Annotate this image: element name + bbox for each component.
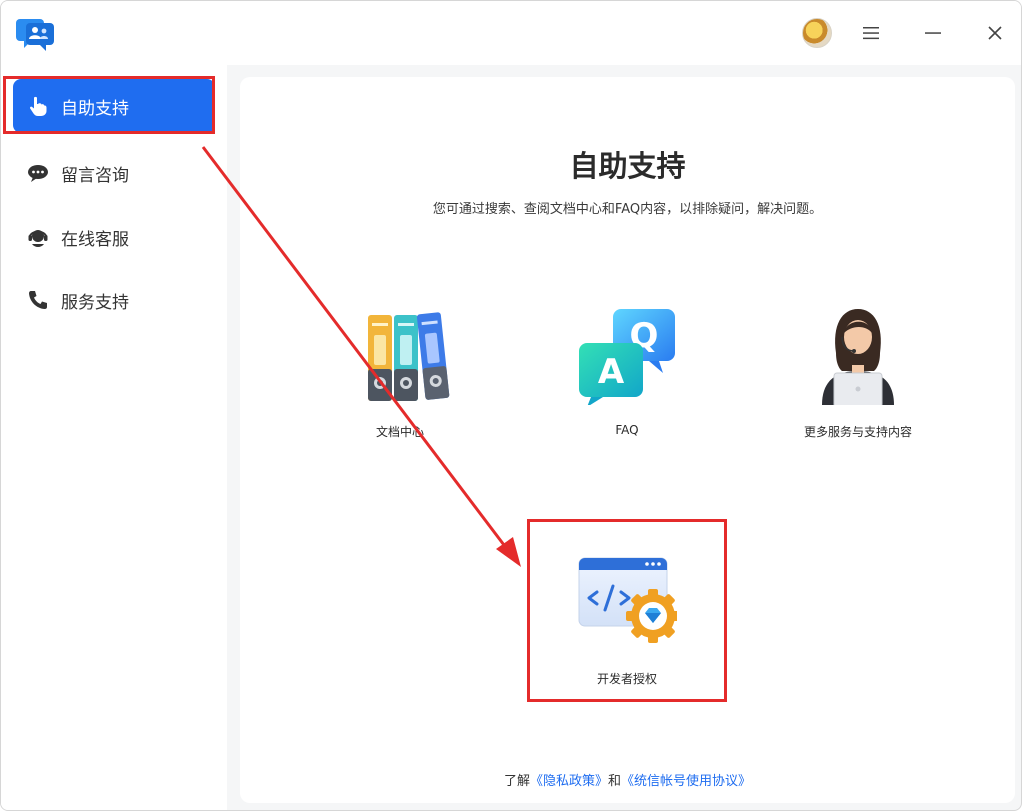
card-document-center[interactable]: 文档中心 <box>320 305 480 475</box>
sidebar-item-service-support[interactable]: 服务支持 <box>13 273 215 327</box>
page-title: 自助支持 <box>569 149 686 183</box>
svg-text:A: A <box>598 352 625 392</box>
sidebar: 自助支持 留言咨询 在线客服 服务支持 <box>1 65 227 810</box>
card-label: 开发者授权 <box>596 672 657 686</box>
support-agent-icon <box>822 309 894 405</box>
card-label: FAQ <box>615 423 639 437</box>
user-avatar[interactable] <box>802 18 832 48</box>
footer-conjunction: 和 <box>608 774 622 789</box>
sidebar-item-self-support[interactable]: 自助支持 <box>13 79 215 133</box>
page-subtitle: 您可通过搜索、查阅文档中心和FAQ内容，以排除疑问，解决问题。 <box>432 202 823 217</box>
card-faq[interactable]: Q A FAQ <box>547 305 707 475</box>
main-panel: 自助支持 您可通过搜索、查阅文档中心和FAQ内容，以排除疑问，解决问题。 文档中… <box>240 77 1015 803</box>
sidebar-item-label: 服务支持 <box>61 292 129 313</box>
pointer-hand-icon <box>27 95 49 117</box>
headset-icon <box>27 226 49 248</box>
title-bar <box>1 1 1021 65</box>
privacy-policy-link[interactable]: 《隐私政策》 <box>530 774 608 789</box>
app-window: 自助支持 留言咨询 在线客服 服务支持 自助支持 您可通过搜索、查阅文档中心和F… <box>0 0 1022 811</box>
close-icon <box>988 26 1002 40</box>
menu-button[interactable] <box>853 15 889 51</box>
footer-prefix: 了解 <box>503 774 530 789</box>
sidebar-item-label: 自助支持 <box>61 98 129 119</box>
card-developer-authorization[interactable]: 开发者授权 <box>547 552 707 722</box>
faq-qa-icon: Q A <box>579 309 675 405</box>
phone-icon <box>27 289 49 311</box>
sidebar-item-online-service[interactable]: 在线客服 <box>13 210 215 264</box>
account-agreement-link[interactable]: 《统信帐号使用协议》 <box>621 774 751 789</box>
card-label: 文档中心 <box>375 425 424 439</box>
sidebar-item-label: 在线客服 <box>61 229 129 250</box>
minimize-icon <box>925 32 941 34</box>
hamburger-icon <box>863 27 879 40</box>
chat-bubble-icon <box>27 162 49 184</box>
card-more-service[interactable]: 更多服务与支持内容 <box>778 305 938 475</box>
sidebar-item-leave-message[interactable]: 留言咨询 <box>13 146 215 200</box>
footer: 了解《隐私政策》和《统信帐号使用协议》 <box>240 770 1015 789</box>
app-logo-icon <box>16 19 54 51</box>
card-label: 更多服务与支持内容 <box>803 425 912 439</box>
close-button[interactable] <box>977 15 1013 51</box>
minimize-button[interactable] <box>915 15 951 51</box>
document-binders-icon <box>368 312 450 401</box>
sidebar-item-label: 留言咨询 <box>61 165 129 186</box>
developer-code-gear-icon <box>578 557 677 643</box>
